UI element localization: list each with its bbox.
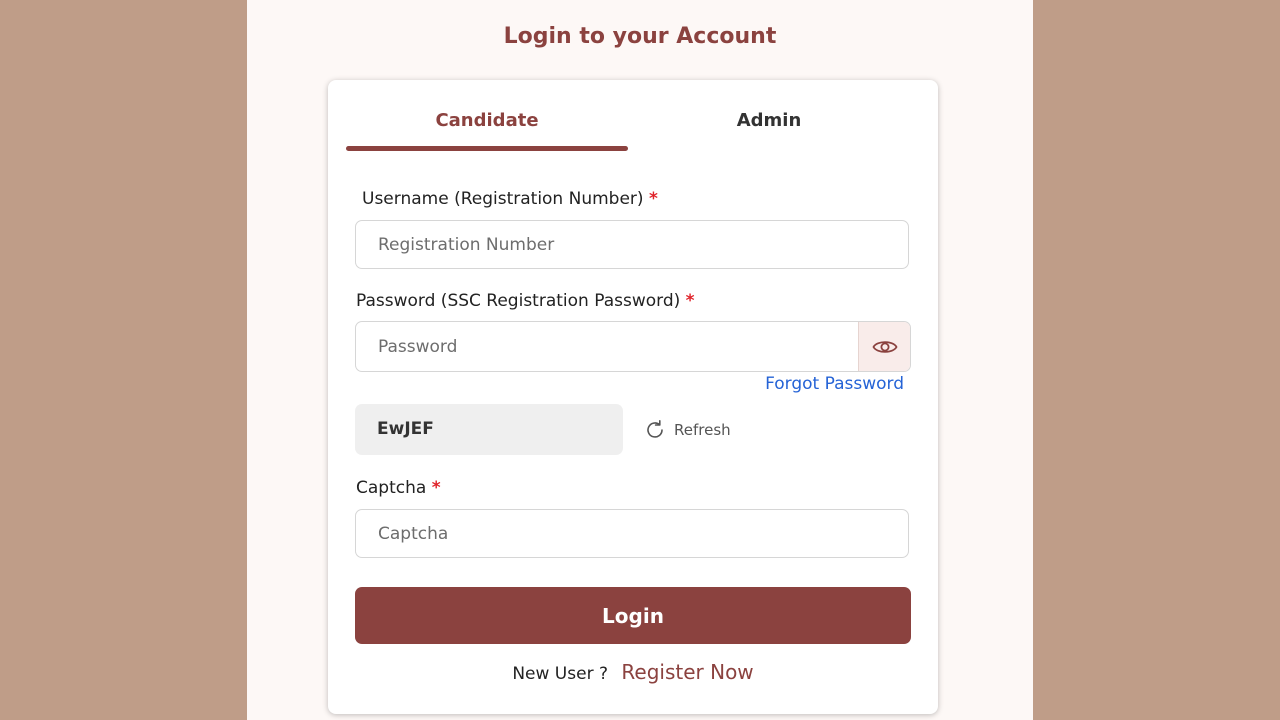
password-field — [355, 321, 911, 372]
captcha-code: EwJEF — [355, 404, 623, 455]
refresh-icon — [647, 420, 663, 438]
page-title: Login to your Account — [503, 24, 777, 49]
show-password-button[interactable] — [858, 322, 910, 371]
tab-candidate[interactable]: Candidate — [346, 110, 628, 131]
eye-icon — [871, 340, 898, 353]
password-label: Password (SSC Registration Password) * — [356, 291, 695, 311]
username-label: Username (Registration Number) * — [362, 189, 658, 209]
active-tab-indicator — [346, 146, 628, 151]
forgot-password-link[interactable]: Forgot Password — [765, 374, 904, 394]
password-input[interactable] — [355, 321, 911, 372]
username-input[interactable] — [355, 220, 909, 269]
new-user-text: New User ? — [512, 664, 608, 684]
tab-admin[interactable]: Admin — [628, 110, 910, 131]
refresh-captcha-button[interactable]: Refresh — [644, 418, 731, 442]
required-mark: * — [685, 291, 695, 311]
register-row: New User ? Register Now — [355, 660, 911, 684]
register-now-link[interactable]: Register Now — [621, 660, 753, 684]
required-mark: * — [648, 189, 658, 209]
refresh-label: Refresh — [674, 421, 731, 439]
username-label-text: Username (Registration Number) — [362, 189, 644, 209]
captcha-input[interactable] — [355, 509, 909, 558]
login-button[interactable]: Login — [355, 587, 911, 644]
password-label-text: Password (SSC Registration Password) — [356, 291, 681, 311]
required-mark: * — [431, 478, 441, 498]
captcha-label-text: Captcha — [356, 478, 427, 498]
captcha-label: Captcha * — [356, 478, 441, 498]
